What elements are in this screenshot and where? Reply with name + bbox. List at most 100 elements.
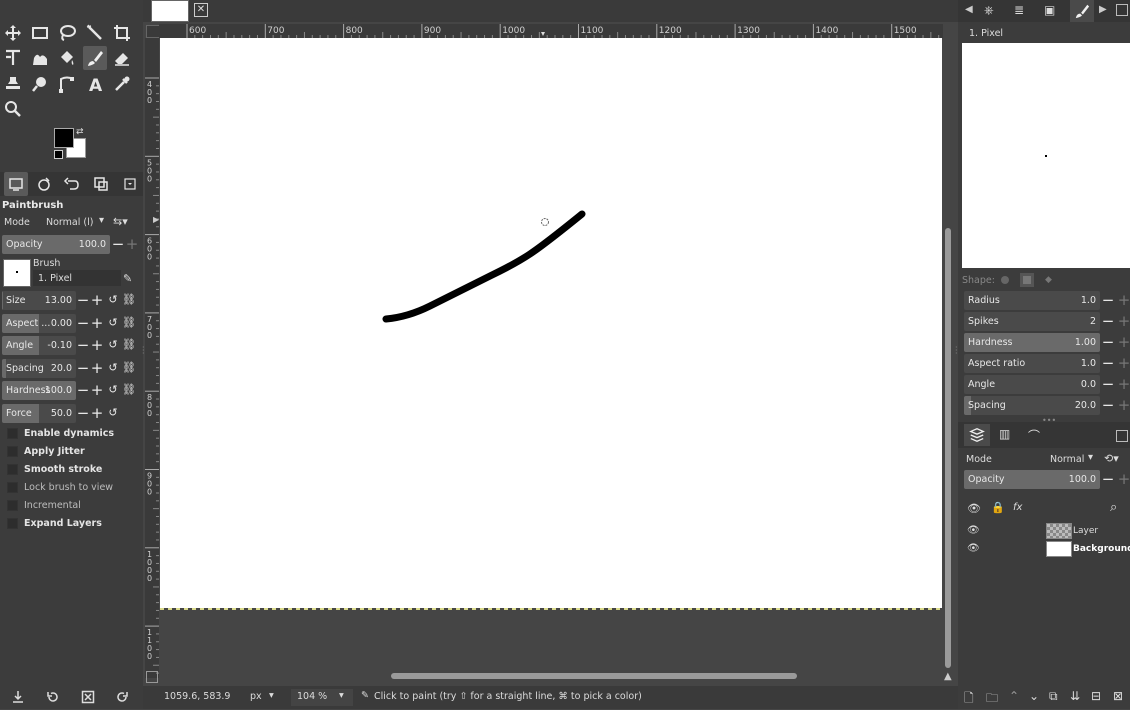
left-dock-toggle-icon[interactable]: ▶ xyxy=(153,215,159,224)
unit-dropdown[interactable]: px ▾ xyxy=(247,689,283,706)
checkbox[interactable] xyxy=(7,427,18,439)
checkbox[interactable] xyxy=(7,517,18,529)
decrease-icon[interactable]: − xyxy=(1100,334,1116,350)
increase-icon[interactable]: + xyxy=(89,360,105,376)
delete-layer-icon[interactable]: ⊠ xyxy=(1113,689,1123,703)
clone-icon[interactable] xyxy=(1,72,25,96)
layers-stack-tab-icon[interactable]: ≣ xyxy=(1014,3,1024,17)
reset-icon[interactable]: ↺ xyxy=(105,315,121,331)
decrease-icon[interactable]: − xyxy=(1100,355,1116,371)
brush-preview[interactable] xyxy=(3,259,31,287)
reset-icon[interactable]: ↺ xyxy=(105,337,121,353)
reset-icon[interactable]: ↺ xyxy=(105,360,121,376)
link-icon[interactable]: ⛓ xyxy=(121,360,137,376)
increase-icon[interactable]: + xyxy=(89,405,105,421)
decrease-icon[interactable]: − xyxy=(1100,292,1116,308)
default-colors-icon[interactable] xyxy=(54,150,63,159)
layer-mask-icon[interactable]: ⊟ xyxy=(1091,689,1101,703)
increase-icon[interactable]: + xyxy=(89,337,105,353)
brush-option-slider[interactable]: Spacing 20.0 xyxy=(2,358,76,378)
layer-opacity-slider[interactable]: Opacity 100.0 xyxy=(964,470,1100,489)
checkbox[interactable] xyxy=(7,445,18,457)
lock-icon[interactable]: 🔒 xyxy=(991,501,1005,514)
vertical-ruler[interactable]: 40050060070080090010001100 xyxy=(145,38,159,678)
navigate-icon[interactable]: ▲ xyxy=(944,671,952,682)
reset-icon[interactable]: ↺ xyxy=(105,405,121,421)
rect-select-icon[interactable] xyxy=(28,21,52,45)
link-icon[interactable]: ⛓ xyxy=(121,292,137,308)
close-tab-icon[interactable]: ✕ xyxy=(194,3,208,17)
brushes-tab-icon[interactable] xyxy=(1070,0,1094,22)
tool-presets-tab-icon[interactable]: ▣ xyxy=(1044,3,1055,17)
shape-square-icon[interactable] xyxy=(1020,273,1034,287)
layer-mode-dropdown[interactable]: Normal ▾ xyxy=(1046,450,1100,468)
increase-icon[interactable]: + xyxy=(89,315,105,331)
checkbox[interactable] xyxy=(7,481,18,493)
new-layer-icon[interactable]: 🗋 xyxy=(964,689,974,710)
paintbrush-icon[interactable] xyxy=(83,46,107,70)
new-layer-group-icon[interactable]: 🗀 xyxy=(986,689,998,710)
vertical-scrollbar[interactable] xyxy=(945,228,951,668)
option-checkbox-row[interactable]: Smooth stroke xyxy=(7,461,102,477)
brush-option-slider[interactable]: Hardness 100.0 xyxy=(2,381,76,401)
restore-tool-preset-icon[interactable] xyxy=(45,689,61,705)
brush-param-slider[interactable]: Hardness 1.00 xyxy=(964,332,1100,352)
lower-layer-icon[interactable]: ⌄ xyxy=(1029,689,1039,703)
image-canvas[interactable] xyxy=(160,38,942,610)
text-icon[interactable]: A xyxy=(83,72,107,96)
reset-icon[interactable]: ↺ xyxy=(105,382,121,398)
increase-icon[interactable]: + xyxy=(89,292,105,308)
warp-icon[interactable] xyxy=(28,46,52,70)
foreground-color-swatch[interactable] xyxy=(54,128,74,148)
transform-icon[interactable] xyxy=(1,46,25,70)
toggle-quick-mask-icon[interactable] xyxy=(146,671,158,683)
layer-row[interactable]: 👁 Background xyxy=(958,540,1130,558)
decrease-icon[interactable]: − xyxy=(1100,397,1116,413)
mode-dropdown[interactable]: Normal (l) ▾ xyxy=(42,214,106,231)
increase-icon[interactable]: + xyxy=(1116,355,1130,371)
zoom-dropdown[interactable]: 104 % ▾ xyxy=(291,689,353,706)
link-icon[interactable]: ⛓ xyxy=(121,382,137,398)
increase-icon[interactable]: + xyxy=(1116,292,1130,308)
fuzzy-select-icon[interactable] xyxy=(83,21,107,45)
brush-option-slider[interactable]: Angle -0.10 xyxy=(2,336,76,356)
composite-mode-icon[interactable]: ⟲▾ xyxy=(1104,452,1119,465)
horizontal-scrollbar[interactable] xyxy=(391,673,797,679)
increase-icon[interactable]: + xyxy=(1116,397,1130,413)
option-checkbox-row[interactable]: Lock brush to view xyxy=(7,479,113,495)
zoom-icon[interactable] xyxy=(1,97,25,121)
quick-mask-corner-icon[interactable] xyxy=(146,25,160,38)
brush-option-slider[interactable]: Size 13.00 xyxy=(2,291,76,310)
brush-param-slider[interactable]: Aspect ratio 1.0 xyxy=(964,353,1100,373)
brush-param-slider[interactable]: Angle 0.0 xyxy=(964,374,1100,394)
reset-tool-options-icon[interactable] xyxy=(114,689,130,705)
right-splitter-handle[interactable]: · · · xyxy=(955,344,958,358)
duplicate-layer-icon[interactable]: ⧉ xyxy=(1049,689,1058,704)
visibility-icon[interactable]: 👁 xyxy=(967,543,980,554)
tool-options-tab-icon[interactable] xyxy=(4,172,28,196)
option-checkbox-row[interactable]: Enable dynamics xyxy=(7,425,114,441)
lasso-icon[interactable] xyxy=(55,21,79,45)
increase-icon[interactable]: + xyxy=(124,236,140,252)
decrease-icon[interactable]: − xyxy=(1100,376,1116,392)
checkbox[interactable] xyxy=(7,499,18,511)
increase-icon[interactable]: + xyxy=(1116,376,1130,392)
reset-icon[interactable]: ↺ xyxy=(105,292,121,308)
scroll-right-icon[interactable]: ▶ xyxy=(1099,4,1107,15)
mode-effects-button[interactable]: ⇆▾ xyxy=(111,214,137,231)
search-icon[interactable]: ⌕ xyxy=(1110,500,1117,515)
color-picker-icon[interactable] xyxy=(110,72,134,96)
brush-preview-large[interactable] xyxy=(962,43,1130,268)
move-icon[interactable] xyxy=(1,21,25,45)
raise-layer-icon[interactable]: ⌃ xyxy=(1009,689,1019,703)
layers-tab-icon[interactable] xyxy=(964,424,990,446)
brush-option-slider[interactable]: Force 50.0 xyxy=(2,404,76,423)
swap-colors-icon[interactable]: ⇄ xyxy=(76,127,84,137)
increase-icon[interactable]: + xyxy=(1116,334,1130,350)
shape-diamond-icon[interactable]: ◆ xyxy=(1045,275,1052,285)
effects-icon[interactable]: fx xyxy=(1013,502,1022,513)
paths-icon[interactable] xyxy=(55,72,79,96)
brush-param-slider[interactable]: Spikes 2 xyxy=(964,311,1100,331)
increase-icon[interactable]: + xyxy=(89,382,105,398)
channels-tab-icon[interactable]: ▥ xyxy=(999,427,1010,441)
